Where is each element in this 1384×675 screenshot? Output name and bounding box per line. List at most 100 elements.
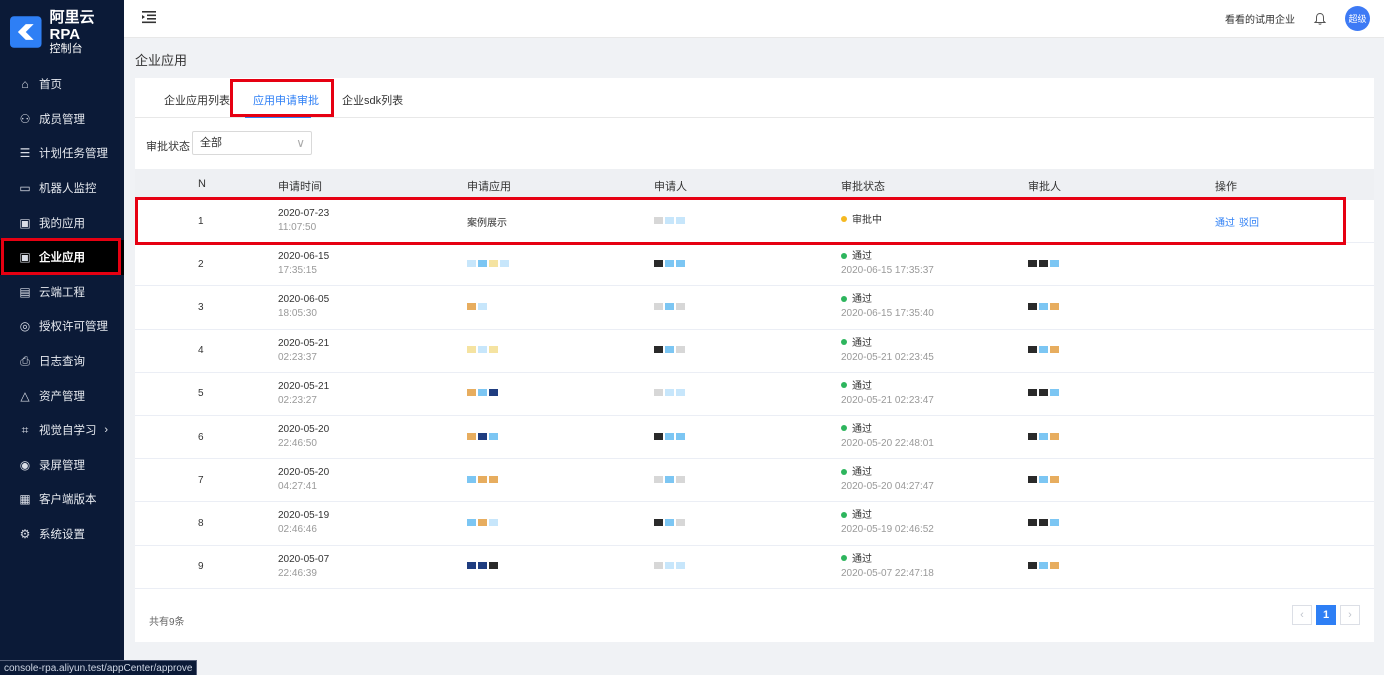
apply-date: 2020-05-20 xyxy=(278,424,330,436)
redacted-block xyxy=(489,518,498,526)
sidebar-item[interactable]: ▣ 我的应用 xyxy=(0,205,124,240)
table-row: 6 2020-05-20 22:46:50 通过 2020-05-20 22:48:01 xyxy=(135,416,1374,460)
approval-status-select[interactable]: 全部 ∨ xyxy=(192,131,312,155)
apply-time-cell: 2020-05-07 22:46:39 xyxy=(278,553,329,581)
apply-clock: 04:27:41 xyxy=(278,481,317,493)
redacted-block xyxy=(478,518,487,526)
approver-cell xyxy=(1028,259,1061,270)
redacted-block xyxy=(478,346,487,354)
redacted-block xyxy=(1039,346,1048,354)
status-time: 2020-05-21 02:23:45 xyxy=(841,351,934,363)
row-index: 9 xyxy=(198,561,204,573)
row-index: 3 xyxy=(198,301,204,313)
redacted-block xyxy=(467,562,476,570)
table-row: 2 2020-06-15 17:35:15 通过 2020-06-15 17:35:37 xyxy=(135,243,1374,287)
redacted-block xyxy=(478,259,487,267)
apply-date: 2020-05-19 xyxy=(278,510,330,522)
menu-collapse-icon[interactable] xyxy=(141,9,157,25)
asset-icon: △ xyxy=(20,388,30,403)
redacted-block xyxy=(1050,259,1059,267)
redacted-block xyxy=(654,259,663,267)
redacted-app-name xyxy=(467,562,500,570)
status-line: 通过 xyxy=(841,466,934,480)
redacted-block xyxy=(467,475,476,483)
sidebar-item[interactable]: ☰ 计划任务管理 xyxy=(0,136,124,171)
redacted-block xyxy=(467,302,476,310)
redacted-approver xyxy=(1028,259,1061,267)
sidebar-item[interactable]: ◎ 授权许可管理 xyxy=(0,309,124,344)
row-index: 2 xyxy=(198,258,204,270)
sidebar-item-label: 我的应用 xyxy=(39,217,85,230)
redacted-block xyxy=(467,432,476,440)
apply-time-cell: 2020-05-21 02:23:37 xyxy=(278,337,329,365)
sidebar-item[interactable]: ⌂ 首页 xyxy=(0,67,124,102)
redacted-applicant xyxy=(654,389,687,397)
sidebar-item[interactable]: ▦ 客户端版本 xyxy=(0,482,124,517)
status-line: 通过 xyxy=(841,423,934,437)
status-dot xyxy=(841,295,847,302)
applicant-cell xyxy=(654,259,687,270)
sidebar-item-label: 视觉自学习 xyxy=(39,425,97,438)
status-time: 2020-06-15 17:35:37 xyxy=(841,265,934,277)
redacted-app-name xyxy=(467,302,489,310)
apply-time-cell: 2020-05-20 22:46:50 xyxy=(278,423,329,451)
bell-icon[interactable] xyxy=(1313,12,1327,26)
applied-app-cell xyxy=(467,345,500,356)
sidebar-item[interactable]: ⚙ 系统设置 xyxy=(0,517,124,552)
redacted-block xyxy=(665,346,674,354)
header-operation: 操作 xyxy=(1215,181,1237,193)
brand-title: 阿里云RPA xyxy=(49,8,95,43)
sidebar-item[interactable]: ◉ 录屏管理 xyxy=(0,448,124,483)
sidebar-item[interactable]: ⚇ 成员管理 xyxy=(0,102,124,137)
status-dot xyxy=(841,339,847,346)
vision-icon: ⌗ xyxy=(21,422,29,437)
table-row: 8 2020-05-19 02:46:46 通过 2020-05-19 02:46:52 xyxy=(135,502,1374,546)
sidebar-item[interactable]: ▤ 云端工程 xyxy=(0,275,124,310)
apply-clock: 02:23:37 xyxy=(278,351,317,363)
avatar[interactable]: 超级 xyxy=(1345,6,1370,31)
redacted-block xyxy=(654,518,663,526)
sidebar-item-label: 客户端版本 xyxy=(39,494,97,507)
redacted-block xyxy=(467,346,476,354)
sidebar-item[interactable]: △ 资产管理 xyxy=(0,378,124,413)
approver-cell xyxy=(1028,432,1061,443)
redacted-app-name xyxy=(467,389,500,397)
redacted-block xyxy=(1028,518,1037,526)
redacted-block xyxy=(1039,475,1048,483)
highlight-box-row xyxy=(135,197,1346,245)
redacted-app-name xyxy=(467,475,500,483)
content-card: 企业应用列表 应用申请审批 企业sdk列表 审批状态 全部 ∨ N 申请时间 申… xyxy=(135,78,1374,642)
pagination: ‹ 1 › xyxy=(1288,605,1360,625)
redacted-block xyxy=(1050,475,1059,483)
sidebar-item[interactable]: ▭ 机器人监控 xyxy=(0,171,124,206)
organization-name[interactable]: 看看的试用企业 xyxy=(1225,11,1295,26)
apply-time-cell: 2020-05-21 02:23:27 xyxy=(278,380,329,408)
status-dot xyxy=(841,554,847,561)
next-page-button[interactable]: › xyxy=(1340,605,1360,625)
sidebar-item-label: 计划任务管理 xyxy=(39,148,108,161)
top-header: 看看的试用企业 超级 xyxy=(124,0,1384,38)
tab-enterprise-app-list[interactable]: 企业应用列表 xyxy=(164,92,230,108)
redacted-block xyxy=(676,518,685,526)
redacted-approver xyxy=(1028,389,1061,397)
table-header: N 申请时间 申请应用 申请人 审批状态 审批人 操作 xyxy=(135,169,1374,200)
applied-app-cell xyxy=(467,388,500,399)
redacted-block xyxy=(1028,475,1037,483)
tab-enterprise-sdk-list[interactable]: 企业sdk列表 xyxy=(342,92,403,108)
redacted-block xyxy=(489,562,498,570)
status-cell: 通过 2020-06-15 17:35:40 xyxy=(841,293,934,321)
redacted-block xyxy=(1039,518,1048,526)
status-text: 通过 xyxy=(852,294,872,306)
redacted-block xyxy=(489,389,498,397)
redacted-block xyxy=(489,346,498,354)
highlight-box-sidebar xyxy=(1,238,121,275)
approver-cell xyxy=(1028,475,1061,486)
prev-page-button[interactable]: ‹ xyxy=(1292,605,1312,625)
page-1-button[interactable]: 1 xyxy=(1316,605,1336,625)
row-index: 8 xyxy=(198,517,204,529)
brand[interactable]: 阿里云RPA 控制台 xyxy=(0,0,124,64)
sidebar-item[interactable]: ⌗ 视觉自学习 › xyxy=(0,413,124,448)
sidebar-item[interactable]: ⎙ 日志查询 xyxy=(0,344,124,379)
applicant-cell xyxy=(654,345,687,356)
table-row: 3 2020-06-05 18:05:30 通过 2020-06-15 17:35:40 xyxy=(135,286,1374,330)
